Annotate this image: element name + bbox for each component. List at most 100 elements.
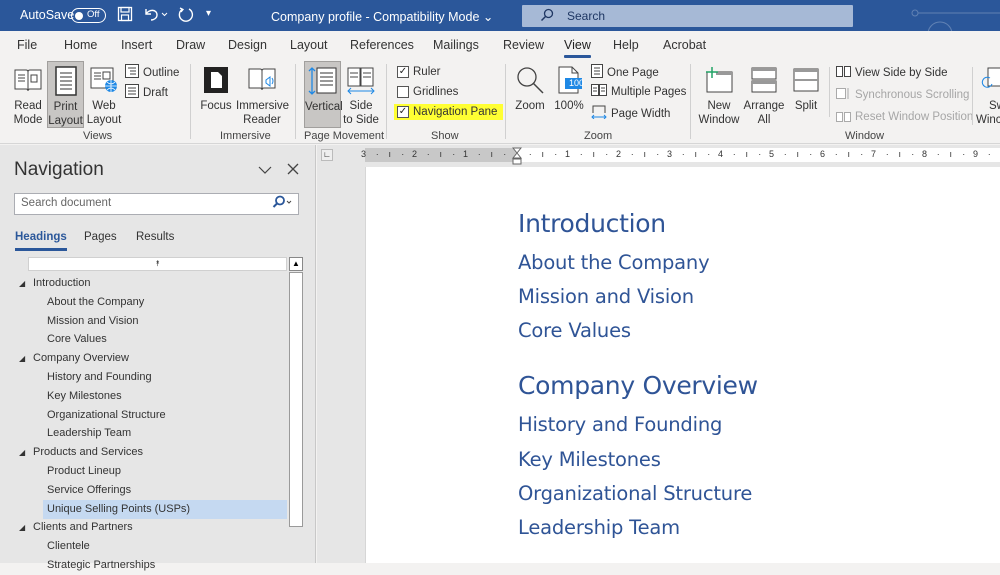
web-layout-button[interactable]: Web Layout (86, 61, 122, 127)
reset-window-position-button[interactable]: Reset Window Position (836, 109, 973, 125)
tab-headings[interactable]: Headings (15, 231, 67, 251)
tab-selector-icon[interactable]: ∟ (321, 149, 333, 161)
tab-help[interactable]: Help (613, 38, 639, 52)
search-options-icon[interactable] (272, 195, 292, 212)
gridlines-checkbox[interactable]: Gridlines (397, 86, 458, 98)
heading-tree-item[interactable]: Service Offerings (43, 481, 287, 500)
document-page[interactable]: Introduction About the Company Mission and… (365, 167, 1000, 563)
heading-tree-item[interactable]: Strategic Partnerships (43, 556, 287, 575)
document-title[interactable]: Company profile - Compatibility Mode ⌄ (271, 9, 493, 24)
multiple-pages-button[interactable]: Multiple Pages (591, 84, 686, 99)
heading-tree-item[interactable]: Product Lineup (43, 462, 287, 481)
heading-tree-item[interactable]: History and Founding (43, 368, 287, 387)
heading-2[interactable]: Key Milestones (518, 448, 661, 471)
heading-2[interactable]: Leadership Team (518, 516, 680, 539)
tab-pages[interactable]: Pages (84, 231, 117, 243)
focus-button[interactable]: Focus (199, 61, 233, 113)
tab-home[interactable]: Home (64, 38, 97, 52)
undo-icon[interactable] (143, 6, 169, 26)
tab-insert[interactable]: Insert (121, 38, 152, 52)
heading-2[interactable]: History and Founding (518, 413, 722, 436)
search-document-input[interactable]: Search document (14, 193, 299, 215)
document-area: ∟ 3 2 1 1 2 3 4 5 6 7 8 9 · ı · · ı · · ı · · ı · · ı · · ı · · ı · · ı · · ı… (317, 145, 1000, 563)
horizontal-ruler[interactable]: ∟ 3 2 1 1 2 3 4 5 6 7 8 9 · ı · · ı · · ı · · ı · · ı · · ı · · ı · · ı · · ı… (317, 145, 1000, 165)
save-icon[interactable] (117, 6, 133, 26)
ruler-tick: · (834, 149, 838, 159)
tab-view[interactable]: View (564, 38, 591, 58)
close-pane-icon[interactable] (287, 162, 299, 179)
expand-triangle-icon[interactable]: ◢ (19, 279, 25, 288)
ruler-tick: ı (898, 149, 902, 159)
ruler-checkbox[interactable]: ✓ Ruler (397, 66, 440, 78)
tab-review[interactable]: Review (503, 38, 544, 52)
heading-tree-item[interactable]: Leadership Team (43, 424, 287, 443)
side-to-side-button[interactable]: Side to Side (343, 61, 379, 127)
book-icon (9, 61, 47, 99)
heading-tree-item[interactable]: Key Milestones (43, 387, 287, 406)
heading-tree-item[interactable]: Products and Services (33, 443, 287, 462)
ruler-tick: ı (643, 149, 647, 159)
vertical-button[interactable]: Vertical (304, 61, 343, 128)
expand-triangle-icon[interactable]: ◢ (19, 448, 25, 457)
tab-layout[interactable]: Layout (290, 38, 328, 52)
group-separator (690, 64, 691, 139)
arrange-all-button[interactable]: Arrange All (743, 61, 785, 127)
heading-tree-item[interactable]: About the Company (43, 293, 287, 312)
indent-marker-icon[interactable] (511, 147, 523, 168)
ruler-number: 8 (922, 149, 928, 159)
new-window-button[interactable]: New Window (697, 61, 741, 127)
expand-triangle-icon[interactable]: ◢ (19, 523, 25, 532)
page-width-button[interactable]: Page Width (591, 105, 670, 122)
synchronous-scrolling-button[interactable]: Synchronous Scrolling (836, 87, 969, 103)
tab-acrobat[interactable]: Acrobat (663, 38, 706, 52)
ruler-tick: ı (796, 149, 800, 159)
vertical-scrollbar[interactable]: ▲ (289, 257, 303, 563)
heading-tree-item[interactable]: Introduction (33, 274, 287, 293)
heading-tree-item[interactable]: Core Values (43, 330, 287, 349)
one-page-icon (591, 64, 603, 81)
view-side-by-side-button[interactable]: View Side by Side (836, 65, 947, 80)
ruler-tick: ı (439, 149, 443, 159)
ruler-number: 4 (718, 149, 724, 159)
heading-tree-item[interactable]: Company Overview (33, 349, 287, 368)
search-box[interactable]: Search (522, 5, 853, 27)
tab-results[interactable]: Results (136, 231, 174, 243)
scroll-up-arrow-icon[interactable]: ▲ (289, 257, 303, 271)
print-layout-button[interactable]: Print Layout (47, 61, 84, 128)
switch-windows-button[interactable]: Sw Winc (976, 61, 1000, 127)
immersive-reader-button[interactable]: Immersive Reader (236, 61, 289, 127)
heading-tree-item[interactable]: Clientele (43, 537, 287, 556)
heading-2[interactable]: Organizational Structure (518, 482, 752, 505)
navigation-pane-checkbox[interactable]: ✓ Navigation Pane (394, 104, 504, 120)
redo-icon[interactable] (177, 6, 195, 28)
read-mode-button[interactable]: Read Mode (9, 61, 47, 127)
tab-references[interactable]: References (350, 38, 414, 52)
heading-2[interactable]: Core Values (518, 319, 631, 342)
tab-design[interactable]: Design (228, 38, 267, 52)
heading-1[interactable]: Company Overview (518, 371, 758, 400)
tab-draw[interactable]: Draw (176, 38, 205, 52)
heading-1[interactable]: Introduction (518, 209, 666, 238)
tab-file[interactable]: File (17, 38, 37, 52)
tab-mailings[interactable]: Mailings (433, 38, 479, 52)
autosave-toggle[interactable]: Off (71, 8, 106, 23)
zoom-100-button[interactable]: 100 100% (552, 61, 586, 113)
heading-2[interactable]: Mission and Vision (518, 285, 694, 308)
pane-options-chevron-icon[interactable] (258, 162, 272, 179)
collapse-all-button[interactable]: ⯭ (28, 257, 287, 271)
heading-tree-item[interactable]: Unique Selling Points (USPs) (43, 499, 287, 519)
scroll-thumb[interactable] (289, 272, 303, 527)
ruler-number: 3 (361, 149, 367, 159)
expand-triangle-icon[interactable]: ◢ (19, 354, 25, 363)
heading-2[interactable]: About the Company (518, 251, 710, 274)
zoom-button[interactable]: Zoom (512, 61, 548, 113)
one-page-button[interactable]: One Page (591, 64, 659, 81)
ruler-tick: ı (694, 149, 698, 159)
split-button[interactable]: Split (789, 61, 823, 113)
draft-button[interactable]: Draft (125, 84, 168, 101)
heading-tree-item[interactable]: Mission and Vision (43, 312, 287, 331)
heading-tree-item[interactable]: Clients and Partners (33, 518, 287, 537)
outline-button[interactable]: Outline (125, 64, 179, 81)
customize-quick-access-icon[interactable]: ▾ (206, 8, 211, 19)
heading-tree-item[interactable]: Organizational Structure (43, 406, 287, 425)
